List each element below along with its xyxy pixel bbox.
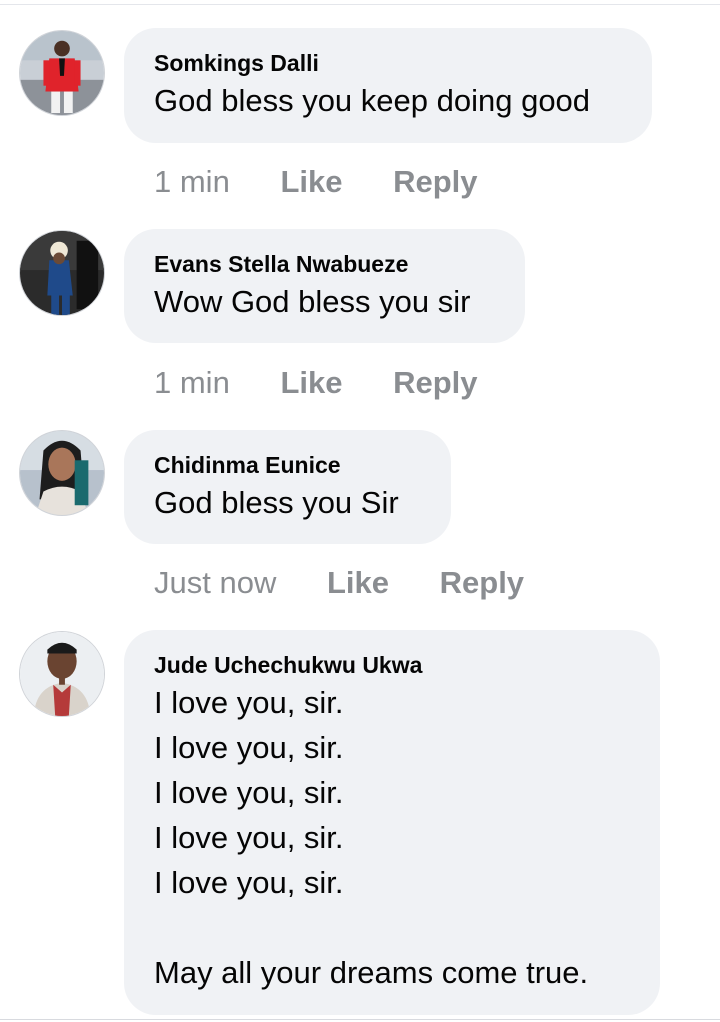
avatar-image bbox=[20, 231, 104, 315]
comment-author[interactable]: Chidinma Eunice bbox=[154, 450, 421, 480]
comment-actions: 1 min Like Reply bbox=[154, 363, 478, 403]
reply-button[interactable]: Reply bbox=[393, 363, 477, 403]
like-button[interactable]: Like bbox=[327, 563, 389, 603]
avatar[interactable] bbox=[19, 30, 105, 116]
avatar[interactable] bbox=[19, 430, 105, 516]
comment-text: I love you, sir. I love you, sir. I love… bbox=[154, 685, 589, 990]
avatar-image bbox=[20, 431, 104, 515]
reply-button[interactable]: Reply bbox=[393, 162, 477, 202]
avatar-image bbox=[20, 31, 104, 115]
comment-bubble: Chidinma Eunice God bless you Sir bbox=[124, 430, 451, 544]
comment-timestamp[interactable]: Just now bbox=[154, 563, 276, 603]
reply-button[interactable]: Reply bbox=[440, 563, 524, 603]
comment-bubble: Somkings Dalli God bless you keep doing … bbox=[124, 28, 652, 143]
avatar-image bbox=[20, 632, 104, 716]
avatar[interactable] bbox=[19, 230, 105, 316]
comment-author[interactable]: Evans Stella Nwabueze bbox=[154, 249, 495, 279]
like-button[interactable]: Like bbox=[280, 363, 342, 403]
comment-timestamp[interactable]: 1 min bbox=[154, 363, 230, 403]
bottom-divider bbox=[0, 1019, 720, 1020]
comment-timestamp[interactable]: 1 min bbox=[154, 162, 230, 202]
comment-actions: 1 min Like Reply bbox=[154, 162, 478, 202]
top-divider bbox=[0, 4, 720, 5]
comment-text: God bless you keep doing good bbox=[154, 83, 591, 118]
comment-actions: Just now Like Reply bbox=[154, 563, 524, 603]
comment-author[interactable]: Somkings Dalli bbox=[154, 48, 622, 78]
like-button[interactable]: Like bbox=[280, 162, 342, 202]
comment-bubble: Jude Uchechukwu Ukwa I love you, sir. I … bbox=[124, 630, 660, 1015]
comment-text: God bless you Sir bbox=[154, 485, 399, 520]
comment-text: Wow God bless you sir bbox=[154, 284, 471, 319]
comment-author[interactable]: Jude Uchechukwu Ukwa bbox=[154, 650, 630, 680]
avatar[interactable] bbox=[19, 631, 105, 717]
comment-bubble: Evans Stella Nwabueze Wow God bless you … bbox=[124, 229, 525, 343]
